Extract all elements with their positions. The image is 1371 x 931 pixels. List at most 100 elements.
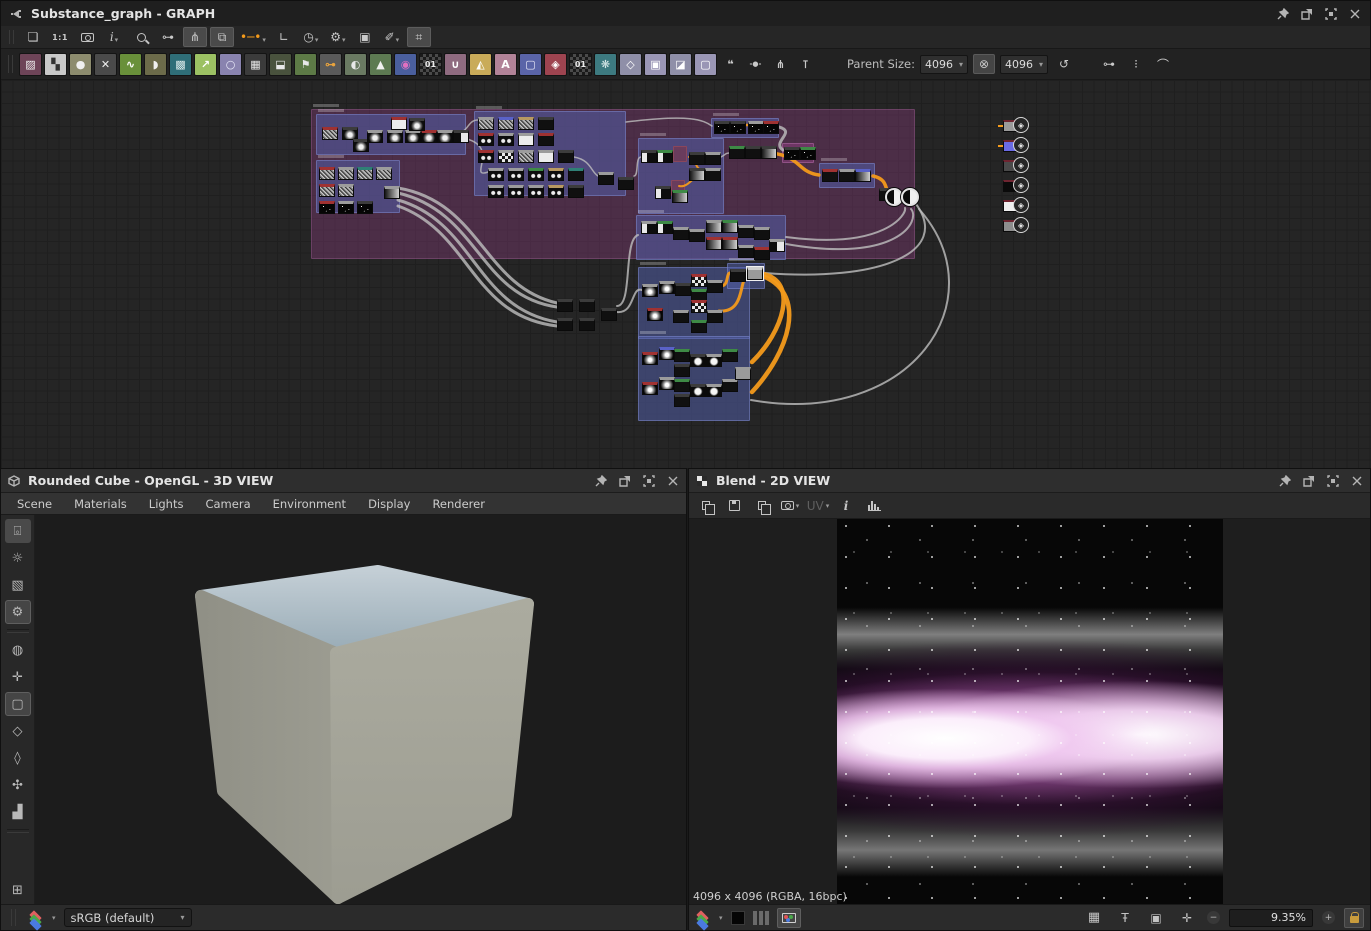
graph-node[interactable] (548, 185, 564, 198)
zoom-out-button[interactable]: − (1207, 911, 1220, 924)
menu-environment[interactable]: Environment (263, 495, 356, 513)
graph-node[interactable] (498, 117, 514, 130)
pin-icon[interactable] (1278, 474, 1292, 488)
node-info-button[interactable]: i▾ (102, 27, 126, 47)
graph-node[interactable] (579, 299, 595, 312)
lock-zoom-button[interactable] (1344, 908, 1364, 928)
graph-node[interactable] (730, 121, 746, 134)
cylinder-mesh[interactable]: ✣ (5, 773, 31, 797)
flood-fill-node-button[interactable]: ◈ (544, 53, 567, 76)
rounded-cube-mesh[interactable]: ▢ (5, 692, 31, 716)
graph-node[interactable] (579, 318, 595, 331)
graph-node[interactable] (754, 227, 770, 240)
graph-node[interactable] (319, 167, 335, 180)
graph-node[interactable] (707, 310, 723, 323)
graph-node[interactable] (598, 172, 614, 185)
histogram-scan-node-button[interactable]: ◪ (669, 53, 692, 76)
display-settings-tool[interactable]: ⚙ (5, 600, 31, 624)
graph-node[interactable] (706, 237, 722, 250)
graph-node[interactable] (338, 201, 354, 214)
histogram-button[interactable] (863, 496, 885, 516)
menu-camera[interactable]: Camera (195, 495, 260, 513)
mannequin-icon[interactable]: Ŧ (1114, 908, 1136, 928)
grayscale-conversion-node-button[interactable]: 01 (419, 53, 442, 76)
zoom-in-button[interactable]: + (1322, 911, 1335, 924)
graph-node[interactable] (357, 201, 373, 214)
graph-node[interactable] (706, 354, 722, 367)
graph-node[interactable] (675, 283, 691, 296)
pin-node-node-button[interactable]: ⊺ (794, 53, 817, 76)
maximize-icon[interactable] (1324, 7, 1338, 21)
graph-node[interactable] (518, 150, 534, 163)
graph-node[interactable] (538, 117, 554, 130)
graph-node[interactable] (357, 167, 373, 180)
graph-node[interactable] (478, 150, 494, 163)
graph-node[interactable] (322, 127, 338, 140)
graph-node[interactable] (498, 133, 514, 146)
graph-node[interactable] (691, 300, 707, 313)
graph-node[interactable] (453, 130, 469, 143)
graph-node[interactable] (674, 364, 690, 377)
cube-mesh[interactable]: ◇ (5, 719, 31, 743)
graph-node[interactable] (747, 267, 763, 280)
elbow-connectors-button[interactable]: ∟ (272, 27, 296, 47)
graph-node[interactable] (748, 121, 764, 134)
uniform-color-node-button[interactable]: ◉ (394, 53, 417, 76)
menu-lights[interactable]: Lights (139, 495, 194, 513)
shape-node-button[interactable]: ○ (219, 53, 242, 76)
graph-node[interactable] (528, 185, 544, 198)
color-layers-icon[interactable] (695, 911, 711, 925)
graph-node[interactable] (745, 146, 761, 159)
snap-grid-button[interactable]: ⌗ (407, 27, 431, 47)
pyramid-node-button[interactable]: ▲ (369, 53, 392, 76)
graph-node[interactable] (338, 167, 354, 180)
graph-node[interactable] (384, 186, 400, 199)
tiling-mode-icon[interactable] (753, 911, 769, 925)
graph-node[interactable] (690, 384, 706, 397)
image-info-button[interactable]: i (835, 496, 857, 516)
plane-mesh[interactable]: ◊ (5, 746, 31, 770)
pin-icon[interactable] (594, 474, 608, 488)
menu-display[interactable]: Display (358, 495, 420, 513)
graph-node[interactable] (367, 130, 383, 143)
graph-node[interactable] (557, 299, 573, 312)
graph-frame[interactable] (673, 146, 687, 162)
link-size-button[interactable]: ⊗ (973, 54, 995, 74)
environment-tool[interactable]: ▧ (5, 573, 31, 597)
search-button[interactable] (129, 27, 153, 47)
graph-node[interactable] (754, 247, 770, 260)
light-tool[interactable]: ☼ (5, 546, 31, 570)
crop-node-button[interactable]: ▣ (644, 53, 667, 76)
graph-node[interactable] (769, 239, 785, 252)
mirror-node-button[interactable]: ◭ (469, 53, 492, 76)
plug-mode-button[interactable]: ⊶ (1098, 54, 1120, 74)
safe-transform-node-button[interactable]: ◇ (619, 53, 642, 76)
graph-canvas[interactable]: ◈◈◈◈◈◈ (1, 80, 1371, 468)
tile-generator-node-button[interactable]: ▦ (244, 53, 267, 76)
wireframe-sphere-mesh[interactable]: ◍ (5, 638, 31, 662)
graph-node[interactable] (319, 201, 335, 214)
fit-content-button[interactable]: ❏ (21, 27, 45, 47)
graph-node[interactable] (735, 367, 751, 380)
maximize-icon[interactable] (642, 474, 656, 488)
graph-node[interactable] (722, 379, 738, 392)
gradient-axial-node-button[interactable]: ⚑ (294, 53, 317, 76)
close-icon[interactable] (666, 474, 680, 488)
colorspace-select[interactable]: sRGB (default) ▾ (64, 908, 192, 927)
display-filter-button[interactable] (777, 908, 801, 928)
blend-node-button[interactable]: ▚ (44, 53, 67, 76)
graph-node[interactable] (674, 349, 690, 362)
comment-node-button[interactable]: ❝ (719, 53, 742, 76)
tools-button[interactable]: ⚙▾ (326, 27, 350, 47)
graph-node[interactable] (763, 121, 779, 134)
graph-node[interactable] (641, 150, 657, 163)
parent-width-select[interactable]: 4096▾ (920, 55, 968, 74)
graph-node[interactable] (673, 310, 689, 323)
graph-node[interactable] (659, 347, 675, 360)
graph-node[interactable] (800, 147, 816, 160)
text-node-button[interactable]: A (494, 53, 517, 76)
graph-node[interactable] (655, 186, 671, 199)
graph-node[interactable] (705, 152, 721, 165)
transformation-2d-node-button[interactable]: ▢ (519, 53, 542, 76)
curve-node-button[interactable]: ∿ (119, 53, 142, 76)
